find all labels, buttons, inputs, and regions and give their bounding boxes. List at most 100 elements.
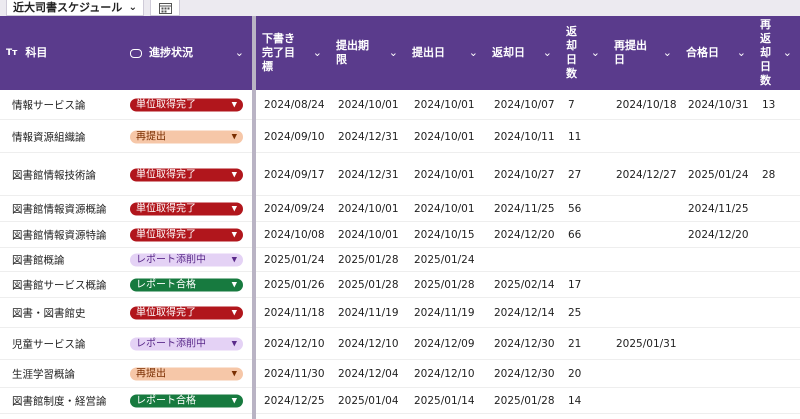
status-badge[interactable]: 再提出 ▼ [130, 130, 243, 143]
table-row[interactable]: 児童サービス論 レポート添削中 ▼ 2024/12/10 2024/12/10 2024/… [0, 328, 800, 360]
resubmit-cell[interactable]: 2024/10/18 [616, 99, 677, 111]
target-cell[interactable]: 2024/10/08 [264, 229, 325, 241]
return_days-cell[interactable]: 17 [568, 279, 581, 291]
dropdown-arrow-icon[interactable]: ▼ [232, 130, 237, 143]
status-badge[interactable]: 単位取得完了 ▼ [130, 98, 243, 112]
dropdown-arrow-icon[interactable]: ▼ [232, 203, 237, 216]
target-cell[interactable]: 2024/09/24 [264, 203, 325, 215]
table-row[interactable]: 図書・図書館史 単位取得完了 ▼ 2024/11/18 2024/11/19 2024/1… [0, 298, 800, 328]
column-header-passed[interactable]: 合格日 ⌄ [680, 16, 754, 90]
calendar-view-button[interactable] [150, 0, 180, 16]
passed-cell[interactable]: 2024/10/31 [688, 99, 749, 111]
column-header-re_return_days[interactable]: 再 返 却 日 数 ⌄ [754, 16, 800, 90]
submitted-cell[interactable]: 2024/10/01 [414, 169, 475, 181]
subject-cell[interactable]: 図書・図書館史 [12, 306, 86, 321]
submitted-cell[interactable]: 2024/10/01 [414, 203, 475, 215]
table-row[interactable]: 図書館制度・経営論 レポート合格 ▼ 2024/12/25 2025/01/04 2025… [0, 388, 800, 414]
subject-cell[interactable]: 図書館概論 [12, 253, 65, 268]
return_days-cell[interactable]: 14 [568, 395, 581, 407]
status-badge[interactable]: 再提出 ▼ [130, 367, 243, 381]
passed-cell[interactable]: 2024/12/20 [688, 229, 749, 241]
submitted-cell[interactable]: 2025/01/28 [414, 279, 475, 291]
target-cell[interactable]: 2024/09/17 [264, 169, 325, 181]
re_return_days-cell[interactable]: 13 [762, 99, 775, 111]
table-row[interactable]: 図書館情報技術論 単位取得完了 ▼ 2024/09/17 2024/12/31 2024/… [0, 153, 800, 196]
submitted-cell[interactable]: 2024/12/09 [414, 338, 475, 350]
subject-cell[interactable]: 図書館情報技術論 [12, 167, 96, 182]
submitted-cell[interactable]: 2024/11/19 [414, 307, 475, 319]
deadline-cell[interactable]: 2024/10/01 [338, 229, 399, 241]
submitted-cell[interactable]: 2024/12/10 [414, 368, 475, 380]
target-cell[interactable]: 2024/09/10 [264, 131, 325, 143]
chevron-down-icon[interactable]: ⌄ [469, 46, 478, 60]
status-badge[interactable]: レポート添削中 ▼ [130, 253, 243, 267]
dropdown-arrow-icon[interactable]: ▼ [232, 307, 237, 320]
status-badge[interactable]: レポート合格 ▼ [130, 278, 243, 292]
chevron-down-icon[interactable]: ⌄ [737, 46, 746, 60]
returned-cell[interactable]: 2024/10/27 [494, 169, 555, 181]
table-row[interactable]: 図書館情報資源概論 単位取得完了 ▼ 2024/09/24 2024/10/01 2024… [0, 196, 800, 222]
returned-cell[interactable]: 2024/12/30 [494, 368, 555, 380]
dropdown-arrow-icon[interactable]: ▼ [232, 395, 237, 408]
submitted-cell[interactable]: 2024/10/01 [414, 131, 475, 143]
column-header-return_days[interactable]: 返 却 日 数 ⌄ [560, 16, 608, 90]
subject-cell[interactable]: 情報資源組織論 [12, 129, 86, 144]
chevron-down-icon[interactable]: ⌄ [663, 46, 672, 60]
subject-cell[interactable]: 児童サービス論 [12, 337, 86, 352]
deadline-cell[interactable]: 2024/10/01 [338, 99, 399, 111]
subject-cell[interactable]: 図書館情報資源概論 [12, 202, 107, 217]
status-badge[interactable]: 単位取得完了 ▼ [130, 228, 243, 242]
return_days-cell[interactable]: 27 [568, 169, 581, 181]
table-row[interactable]: 情報資源組織論 再提出 ▼ 2024/09/10 2024/12/31 2024/10/0… [0, 120, 800, 153]
returned-cell[interactable]: 2024/10/11 [494, 131, 555, 143]
column-header-target[interactable]: 下書き 完了目 標 ⌄ [256, 16, 330, 90]
dropdown-arrow-icon[interactable]: ▼ [232, 338, 237, 351]
return_days-cell[interactable]: 56 [568, 203, 581, 215]
chevron-down-icon[interactable]: ⌄ [783, 46, 792, 60]
submitted-cell[interactable]: 2024/10/01 [414, 99, 475, 111]
status-badge[interactable]: 単位取得完了 ▼ [130, 168, 243, 181]
target-cell[interactable]: 2025/01/24 [264, 254, 325, 266]
deadline-cell[interactable]: 2024/12/10 [338, 338, 399, 350]
re_return_days-cell[interactable]: 28 [762, 169, 775, 181]
table-row[interactable]: 生涯学習概論 再提出 ▼ 2024/11/30 2024/12/04 2024/12/10… [0, 360, 800, 388]
return_days-cell[interactable]: 11 [568, 131, 581, 143]
return_days-cell[interactable]: 66 [568, 229, 581, 241]
target-cell[interactable]: 2024/11/30 [264, 368, 325, 380]
target-cell[interactable]: 2024/11/18 [264, 307, 325, 319]
column-header-status[interactable]: 進捗状況 ⌄ [124, 16, 252, 90]
return_days-cell[interactable]: 21 [568, 338, 581, 350]
dropdown-arrow-icon[interactable]: ▼ [232, 368, 237, 381]
column-header-subject[interactable]: Tт 科目 [0, 16, 124, 90]
status-badge[interactable]: レポート合格 ▼ [130, 394, 243, 408]
target-cell[interactable]: 2024/12/25 [264, 395, 325, 407]
deadline-cell[interactable]: 2024/12/04 [338, 368, 399, 380]
passed-cell[interactable]: 2025/01/24 [688, 169, 749, 181]
submitted-cell[interactable]: 2024/10/15 [414, 229, 475, 241]
deadline-cell[interactable]: 2024/11/19 [338, 307, 399, 319]
subject-cell[interactable]: 生涯学習概論 [12, 367, 75, 382]
dropdown-arrow-icon[interactable]: ▼ [232, 279, 237, 292]
returned-cell[interactable]: 2025/01/28 [494, 395, 555, 407]
column-header-returned[interactable]: 返却日 ⌄ [486, 16, 560, 90]
table-row[interactable]: 図書館情報資源特論 単位取得完了 ▼ 2024/10/08 2024/10/01 2024… [0, 222, 800, 248]
dropdown-arrow-icon[interactable]: ▼ [232, 229, 237, 242]
returned-cell[interactable]: 2024/12/30 [494, 338, 555, 350]
submitted-cell[interactable]: 2025/01/24 [414, 254, 475, 266]
status-badge[interactable]: 単位取得完了 ▼ [130, 202, 243, 216]
returned-cell[interactable]: 2025/02/14 [494, 279, 555, 291]
chevron-down-icon[interactable]: ⌄ [591, 46, 600, 60]
resubmit-cell[interactable]: 2024/12/27 [616, 169, 677, 181]
returned-cell[interactable]: 2024/11/25 [494, 203, 555, 215]
target-cell[interactable]: 2024/08/24 [264, 99, 325, 111]
status-badge[interactable]: 単位取得完了 ▼ [130, 306, 243, 320]
passed-cell[interactable]: 2024/11/25 [688, 203, 749, 215]
freeze-divider[interactable] [252, 16, 256, 419]
submitted-cell[interactable]: 2025/01/14 [414, 395, 475, 407]
deadline-cell[interactable]: 2024/12/31 [338, 131, 399, 143]
deadline-cell[interactable]: 2025/01/28 [338, 279, 399, 291]
chevron-down-icon[interactable]: ⌄ [235, 46, 244, 60]
table-row[interactable]: 情報サービス論 単位取得完了 ▼ 2024/08/24 2024/10/01 2024/1… [0, 90, 800, 120]
chevron-down-icon[interactable]: ⌄ [313, 46, 322, 60]
target-cell[interactable]: 2025/01/26 [264, 279, 325, 291]
